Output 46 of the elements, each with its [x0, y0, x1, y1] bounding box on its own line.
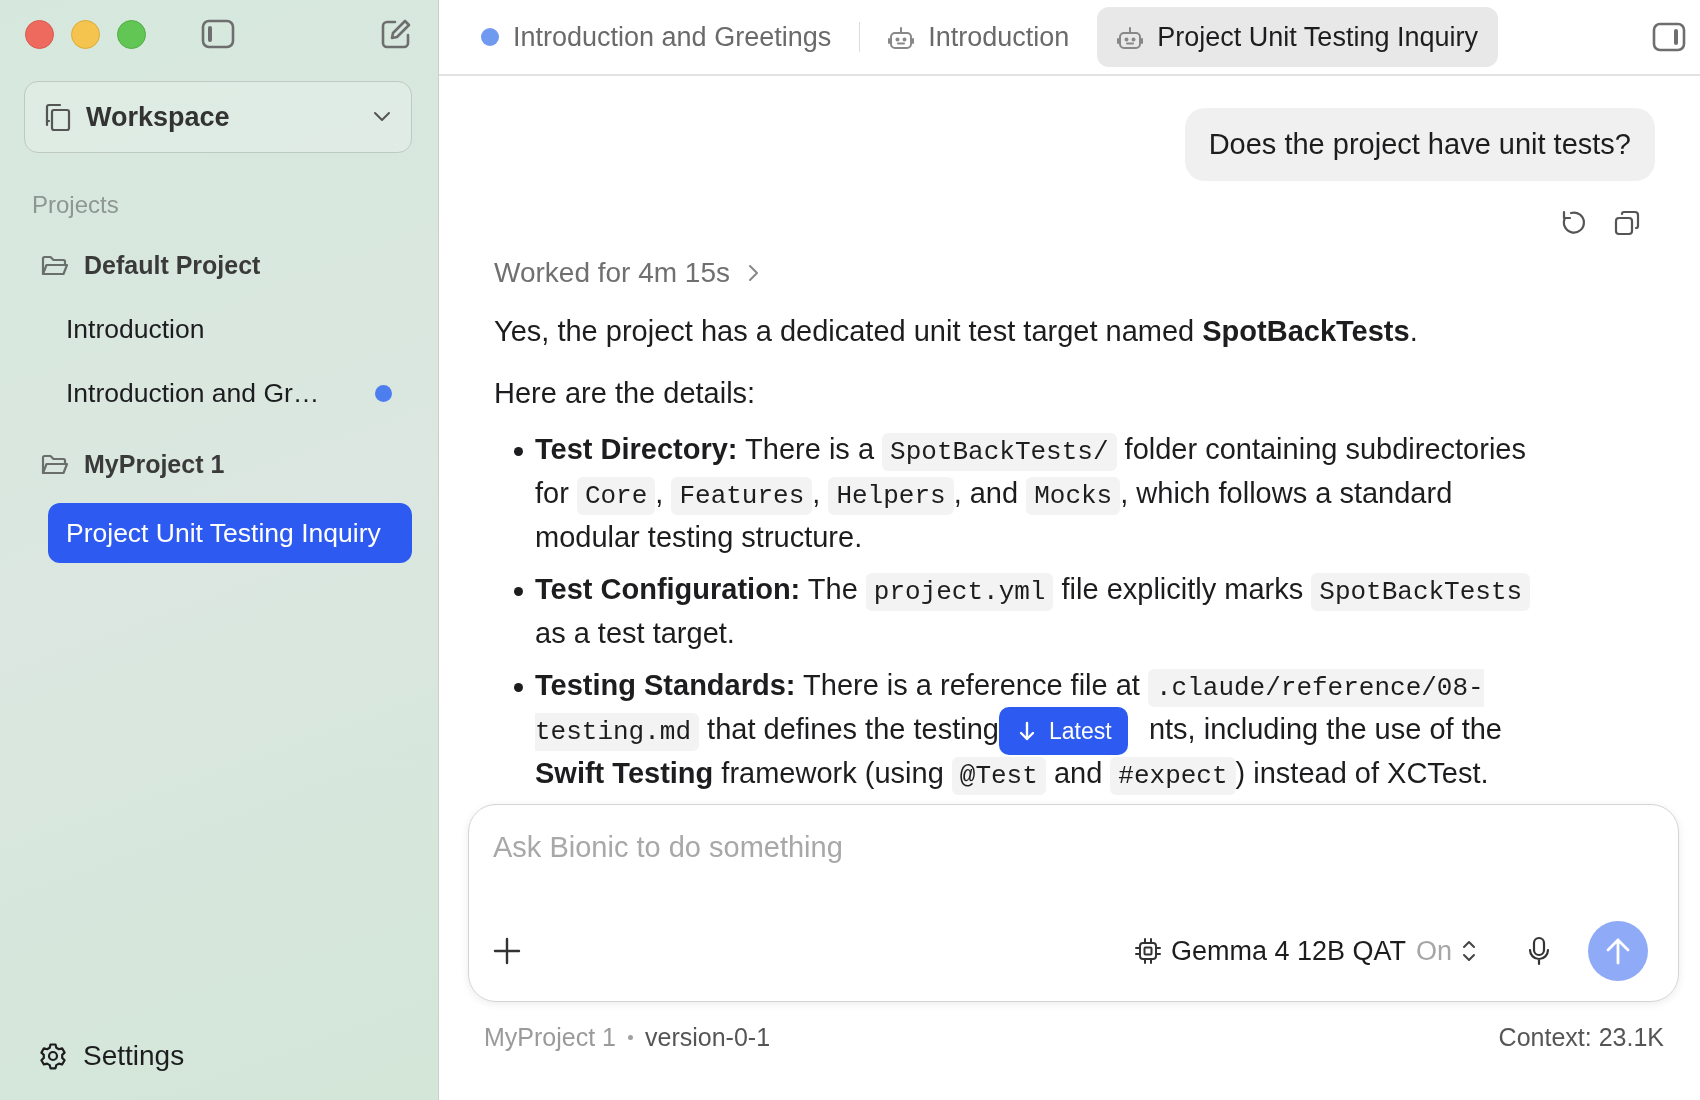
paragraph: Here are the details:: [494, 376, 757, 411]
sidebar-toggle-icon[interactable]: [201, 19, 235, 49]
project-label: MyProject 1: [484, 1022, 616, 1052]
context-label: Context: 23.1K: [1498, 1022, 1664, 1052]
branch-label: version-0-1: [645, 1022, 771, 1052]
list-item-text: Test Configuration: The project.yml file explicitly marks SpotBackTests as a test target.: [535, 567, 1554, 655]
folder-icon: [41, 253, 69, 278]
workspace-dropdown[interactable]: Workspace: [24, 81, 412, 153]
tab[interactable]: Introduction and Greetings: [461, 7, 852, 67]
latest-button[interactable]: Latest: [998, 707, 1128, 756]
paragraph: Yes, the project has a dedicated unit test target named SpotBackTests.: [494, 314, 1419, 349]
bullet-icon: [514, 587, 523, 596]
tab[interactable]: Introduction: [868, 7, 1090, 67]
worked-for-toggle[interactable]: Worked for 4m 15s: [494, 257, 731, 289]
project-name[interactable]: MyProject 1: [84, 450, 225, 479]
arrow-up-icon: [1605, 937, 1631, 965]
maximize-button[interactable]: [117, 19, 146, 49]
model-selector[interactable]: Gemma 4 12B QAT On: [1128, 934, 1482, 968]
settings-link[interactable]: Settings: [83, 1040, 185, 1072]
chip-icon: [1134, 938, 1161, 964]
panel-icon[interactable]: [1652, 22, 1686, 52]
chat-item[interactable]: Introduction and Gr…: [48, 368, 412, 418]
plus-icon[interactable]: [493, 937, 521, 965]
close-button[interactable]: [25, 19, 54, 49]
microphone-icon[interactable]: [1528, 936, 1550, 966]
chat-item[interactable]: Introduction: [48, 304, 412, 354]
message-input[interactable]: Ask Bionic to do something: [493, 827, 1648, 867]
compose-icon[interactable]: [380, 18, 412, 50]
up-down-chevron-icon: [1462, 939, 1476, 963]
tab[interactable]: Project Unit Testing Inquiry: [1097, 7, 1498, 67]
arrow-down-icon: [1018, 721, 1035, 742]
chevron-right-icon: [748, 264, 761, 282]
chevron-down-icon: [373, 111, 391, 123]
bullet-icon: [514, 447, 523, 456]
bullet-icon: [514, 683, 523, 692]
user-message: Does the project have unit tests?: [1184, 108, 1655, 181]
settings-icon: [39, 1042, 67, 1070]
section-title: Projects: [32, 191, 120, 219]
copy-icon[interactable]: [1613, 209, 1641, 237]
robot-icon: [1117, 24, 1144, 50]
send-button[interactable]: [1588, 921, 1648, 981]
list-item-text: Test Directory: There is a SpotBackTests/ folder containing subdirectories for Core , Features , Helpers , and Mocks , which follows a standard modular testing structure.: [535, 432, 1527, 555]
robot-icon: [888, 24, 915, 50]
folder-icon: [41, 452, 69, 477]
project-name[interactable]: Default Project: [84, 251, 261, 280]
chat-item[interactable]: Project Unit Testing Inquiry: [48, 503, 412, 563]
